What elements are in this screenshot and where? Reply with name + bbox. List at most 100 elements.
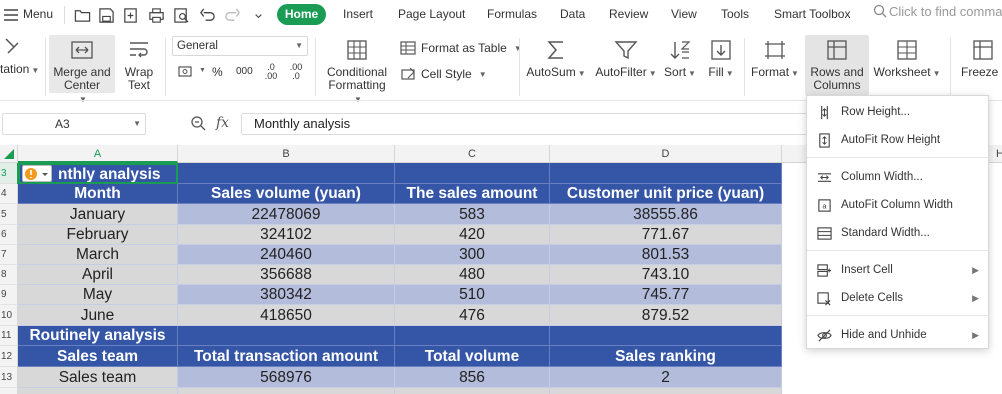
undo-icon[interactable]: [197, 5, 217, 25]
cell-b11[interactable]: [178, 326, 395, 346]
tab-smart-toolbox[interactable]: Smart Toolbox: [774, 7, 850, 21]
autofilter-button[interactable]: AutoFilter ▼: [595, 38, 657, 80]
save-icon[interactable]: [96, 5, 116, 25]
row-header[interactable]: 3: [0, 163, 18, 184]
menu-item-row-height[interactable]: Row Height...: [807, 99, 988, 125]
cell-sales-volume[interactable]: 418650: [178, 305, 395, 326]
cell-partial-row[interactable]: [18, 388, 178, 394]
cell-sales-amount[interactable]: 583: [395, 204, 550, 225]
menu-item-column-width[interactable]: Column Width...: [807, 164, 988, 190]
tab-tools[interactable]: Tools: [721, 7, 749, 21]
tab-review[interactable]: Review: [609, 7, 648, 21]
header-sales-team[interactable]: Sales team: [18, 346, 178, 367]
export-icon[interactable]: [120, 5, 140, 25]
cell-month[interactable]: March: [18, 245, 178, 265]
zoom-formula-icon[interactable]: [190, 115, 208, 133]
open-folder-icon[interactable]: [72, 5, 92, 25]
cell-month[interactable]: May: [18, 285, 178, 305]
tab-view[interactable]: View: [671, 7, 697, 21]
cell-sales-amount[interactable]: 476: [395, 305, 550, 326]
row-header[interactable]: 13: [0, 367, 18, 388]
cell-unit-price[interactable]: 879.52: [550, 305, 782, 326]
header-total-transaction[interactable]: Total transaction amount: [178, 346, 395, 367]
format-as-table-button[interactable]: Format as Table ▼: [400, 40, 522, 56]
cell-unit-price[interactable]: 745.77: [550, 285, 782, 305]
cell-unit-price[interactable]: 743.10: [550, 265, 782, 285]
row-header[interactable]: 12: [0, 346, 18, 367]
tab-data[interactable]: Data: [560, 7, 585, 21]
search-box[interactable]: Click to find comma: [873, 4, 1002, 24]
cell-sales-volume[interactable]: 22478069: [178, 204, 395, 225]
cell-c11[interactable]: [395, 326, 550, 346]
select-all-corner[interactable]: [0, 145, 18, 163]
percent-button[interactable]: %: [212, 65, 223, 79]
cell-sales-amount[interactable]: 510: [395, 285, 550, 305]
header-sales-amount[interactable]: The sales amount: [395, 184, 550, 204]
cell-partial-row[interactable]: [550, 388, 782, 394]
thousands-separator-button[interactable]: 000: [236, 66, 253, 77]
column-header-h[interactable]: H: [990, 145, 1002, 163]
menu-item-delete-cells[interactable]: Delete Cells ▶: [807, 285, 988, 311]
cell-sales-amount[interactable]: 300: [395, 245, 550, 265]
print-icon[interactable]: [146, 5, 166, 25]
currency-button[interactable]: [178, 65, 200, 81]
header-sales-volume[interactable]: Sales volume (yuan): [178, 184, 395, 204]
hamburger-icon[interactable]: [4, 9, 18, 21]
cell-unit-price[interactable]: 771.67: [550, 225, 782, 245]
cell-unit-price[interactable]: 38555.86: [550, 204, 782, 225]
cell-month[interactable]: June: [18, 305, 178, 326]
cell-partial-row[interactable]: [395, 388, 550, 394]
tab-page-layout[interactable]: Page Layout: [398, 7, 465, 21]
cell-month[interactable]: January: [18, 204, 178, 225]
fx-label[interactable]: fx: [216, 115, 229, 131]
cell-month[interactable]: April: [18, 265, 178, 285]
tab-formulas[interactable]: Formulas: [487, 7, 537, 21]
name-box[interactable]: A3 ▼: [2, 113, 146, 135]
menu-item-autofit-row-height[interactable]: AutoFit Row Height: [807, 127, 988, 153]
row-header[interactable]: 7: [0, 245, 18, 265]
row-header[interactable]: 8: [0, 265, 18, 285]
cell-unit-price[interactable]: 801.53: [550, 245, 782, 265]
smart-tag-warning-icon[interactable]: [22, 165, 52, 182]
sort-button[interactable]: Sort ▼: [663, 38, 697, 80]
cell-total-volume[interactable]: 856: [395, 367, 550, 388]
tab-insert[interactable]: Insert: [343, 7, 373, 21]
column-header-a[interactable]: A: [18, 145, 178, 163]
menu-item-hide-and-unhide[interactable]: Hide and Unhide ▶: [807, 322, 988, 348]
row-header[interactable]: 9: [0, 285, 18, 305]
orientation-button[interactable]: tation ▼: [0, 35, 44, 77]
autosum-button[interactable]: AutoSum ▼: [526, 38, 586, 80]
cell-d11[interactable]: [550, 326, 782, 346]
fill-button[interactable]: Fill ▼: [704, 38, 738, 80]
row-header[interactable]: 10: [0, 305, 18, 326]
cell-sales-volume[interactable]: 324102: [178, 225, 395, 245]
section-title-routinely-analysis[interactable]: Routinely analysis: [18, 326, 178, 346]
row-header[interactable]: 6: [0, 225, 18, 245]
worksheet-button[interactable]: Worksheet ▼: [872, 38, 942, 80]
decrease-decimal-button[interactable]: .00 .0: [286, 63, 306, 81]
wrap-text-button[interactable]: Wrap Text: [118, 38, 160, 92]
menu-item-insert-cell[interactable]: Insert Cell ▶: [807, 257, 988, 283]
format-button[interactable]: Format ▼: [750, 38, 800, 80]
chevron-down-icon[interactable]: [248, 5, 268, 25]
rows-and-columns-button[interactable]: Rows and Columns▼: [805, 35, 869, 104]
freeze-panes-button[interactable]: Freeze P: [958, 38, 1002, 79]
row-header[interactable]: 5: [0, 204, 18, 225]
cell-style-button[interactable]: Cell Style ▼: [400, 66, 487, 82]
header-month[interactable]: Month: [18, 184, 178, 204]
header-sales-ranking[interactable]: Sales ranking: [550, 346, 782, 367]
menu-item-autofit-column-width[interactable]: a AutoFit Column Width: [807, 192, 988, 218]
column-header-c[interactable]: C: [395, 145, 550, 163]
menu-item-standard-width[interactable]: Standard Width...: [807, 220, 988, 246]
header-total-volume[interactable]: Total volume: [395, 346, 550, 367]
cell-sales-amount[interactable]: 420: [395, 225, 550, 245]
number-format-select[interactable]: General ▼: [172, 36, 308, 56]
tab-home[interactable]: Home: [277, 4, 326, 25]
row-header[interactable]: 11: [0, 326, 18, 346]
cell-c3[interactable]: [395, 163, 550, 184]
column-header-b[interactable]: B: [178, 145, 395, 163]
header-unit-price[interactable]: Customer unit price (yuan): [550, 184, 782, 204]
print-preview-icon[interactable]: [171, 5, 191, 25]
cell-d3[interactable]: [550, 163, 782, 184]
cell-sales-volume[interactable]: 356688: [178, 265, 395, 285]
